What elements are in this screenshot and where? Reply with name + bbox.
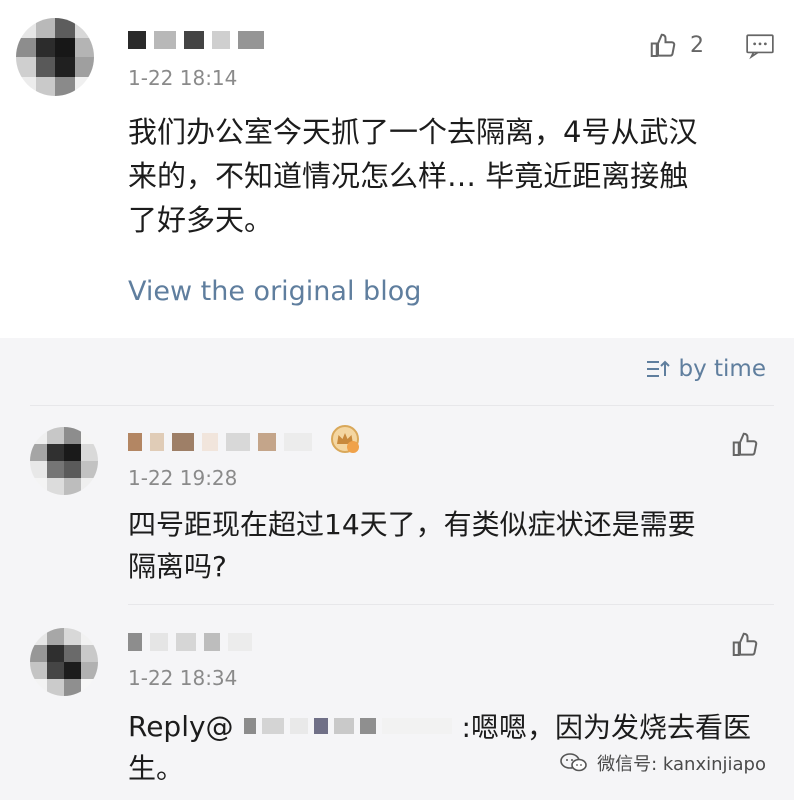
post-text-line: 来的，不知道情况怎么样… 毕竟近距离接触 [128,159,689,193]
comment-icon[interactable] [745,32,775,60]
wechat-icon [560,753,587,772]
reply-prefix: Reply@ [128,709,234,743]
thumbs-up-icon[interactable] [730,630,760,660]
comment-text-line: 四号距现在超过14天了，有类似症状还是需要 [128,508,696,541]
blurred-reply-target[interactable] [243,718,452,734]
username[interactable] [128,432,312,452]
crown-icon [331,425,359,453]
avatar[interactable] [30,628,98,696]
sort-by-time[interactable]: by time [645,356,767,382]
reply-line: Reply@ :嗯嗯，因为发烧去看医 [128,706,751,746]
thumbs-up-icon[interactable] [648,31,678,61]
reply-text: :嗯嗯，因为发烧去看医 [461,711,751,744]
post-time: 1-22 18:14 [128,66,238,90]
sort-icon [646,360,670,377]
watermark-text: 微信号: kanxinjiapo [597,754,766,775]
thumbs-up-icon[interactable] [730,430,760,460]
post-card: 1-22 18:14 2 我们办公室今天抓了一个去隔离，4号从武汉 来的，不知道… [0,0,794,338]
view-original-link[interactable]: View the original blog [128,276,421,307]
divider [30,405,774,406]
avatar[interactable] [16,18,94,96]
username[interactable] [128,30,264,50]
avatar[interactable] [30,427,98,495]
watermark: 微信号: kanxinjiapo [559,750,766,776]
username[interactable] [128,632,252,652]
post-text-line: 了好多天。 [128,203,274,237]
sort-label: by time [678,356,767,382]
comment-continuation: 生。 [128,752,185,785]
comment-text: 四号距现在超过14天了，有类似症状还是需要 隔离吗? [128,504,768,588]
comment-time: 1-22 18:34 [128,666,238,690]
comment-time: 1-22 19:28 [128,466,238,490]
post-text: 我们办公室今天抓了一个去隔离，4号从武汉 来的，不知道情况怎么样… 毕竟近距离接… [128,110,768,242]
comment-text-line: 隔离吗? [128,550,227,583]
like-count: 2 [690,33,704,58]
divider [128,604,774,605]
post-text-line: 我们办公室今天抓了一个去隔离，4号从武汉 [128,115,698,149]
